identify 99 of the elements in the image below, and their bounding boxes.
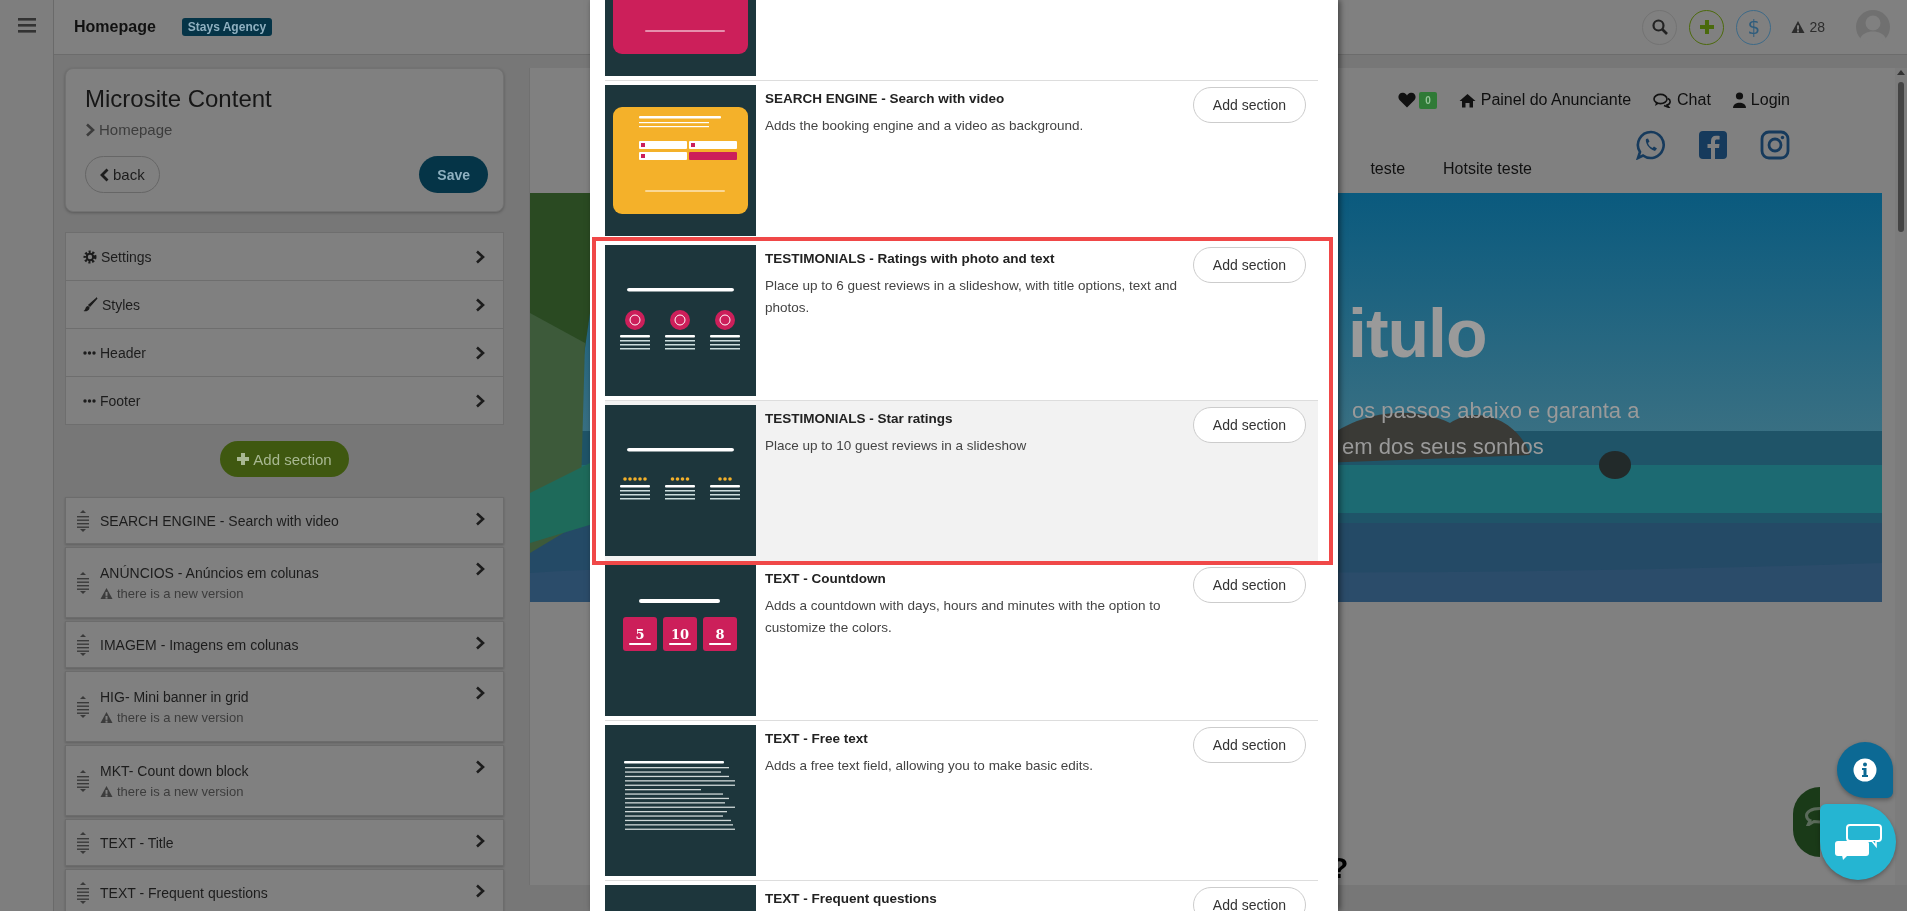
chat-icon <box>1653 92 1673 108</box>
menu-link[interactable]: teste <box>1370 159 1406 178</box>
section-item[interactable]: MKT- Count down block there is a new version <box>65 745 504 816</box>
chevron-icon <box>475 562 485 576</box>
drag-handle-icon <box>76 508 90 533</box>
chat-icon <box>1805 806 1820 826</box>
info-icon <box>1853 758 1877 782</box>
menu-item-label: Settings <box>101 248 152 265</box>
favorites-count: 0 <box>1419 91 1437 109</box>
section-title: HIG- Mini banner in grid <box>100 688 249 705</box>
menu-link[interactable]: Hotsite teste <box>1443 159 1532 178</box>
hero-subtitle: em dos seus sonhos <box>1342 433 1545 461</box>
drag-handle-icon <box>76 768 90 793</box>
gear-icon <box>83 249 97 264</box>
chevron-icon <box>85 122 95 137</box>
option-description: Adds the booking engine and a video as background. <box>765 117 1085 135</box>
page-title: Homepage <box>74 18 156 36</box>
section-item[interactable]: HIG- Mini banner in grid there is a new version <box>65 671 504 742</box>
chevron-left-icon <box>100 167 109 182</box>
add-section-button[interactable]: Add section <box>1192 567 1306 603</box>
search-button[interactable] <box>1642 9 1678 45</box>
section-title: IMAGEM - Imagens em colunas <box>100 636 299 653</box>
template-preview-drawing: 5 10 8 <box>605 565 756 716</box>
back-button[interactable]: back <box>85 156 160 193</box>
hero-title: itulo <box>1348 294 1488 373</box>
chevron-icon <box>475 760 485 774</box>
drag-handle-icon <box>76 632 90 657</box>
chevron-icon <box>475 345 485 360</box>
option-title: TEXT - Frequent questions <box>765 891 938 906</box>
add-section-button[interactable]: Add section <box>1192 247 1306 283</box>
section-item[interactable]: IMAGEM - Imagens em colunas <box>65 621 504 668</box>
chevron-icon <box>475 297 485 312</box>
menu-item-label: Styles <box>102 296 141 313</box>
option-title: TESTIMONIALS - Ratings with photo and text <box>765 251 1056 266</box>
instagram-icon[interactable] <box>1760 130 1790 160</box>
section-item[interactable]: TEXT - Title <box>65 819 504 866</box>
warning-icon <box>1791 20 1806 34</box>
plus-icon <box>237 453 250 465</box>
section-title: MKT- Count down block <box>100 762 249 779</box>
panel-title: Microsite Content <box>85 85 273 113</box>
drag-handle-icon <box>76 830 90 855</box>
breadcrumb-link[interactable]: Homepage <box>99 121 173 138</box>
facebook-icon[interactable] <box>1698 130 1728 160</box>
menu-item-label: Footer <box>100 392 141 409</box>
drag-handle-icon <box>76 880 90 905</box>
chevron-icon <box>475 512 485 526</box>
menu-icon[interactable] <box>17 17 36 33</box>
alert-count: 28 <box>1809 19 1825 35</box>
chat-icon <box>1834 824 1882 860</box>
option-description: Place up to 6 guest reviews in a slideshow, with title options, text and photos. <box>765 277 1178 317</box>
option-description: Adds a countdown with days, hours and minutes with the option to customize the colors. <box>765 597 1162 637</box>
add-section-button[interactable]: Add section <box>1192 727 1306 763</box>
version-notice: there is a new version <box>117 585 244 601</box>
chevron-icon <box>475 636 485 650</box>
drag-handle-icon <box>76 694 90 719</box>
add-section-button[interactable]: Add section <box>1192 407 1306 443</box>
add-section-button[interactable]: Add section <box>1192 887 1306 911</box>
chevron-icon <box>475 393 485 408</box>
option-title: TEXT - Countdown <box>765 571 887 586</box>
dots-icon <box>83 398 96 403</box>
option-description: Adds a free text field, allowing you to make basic edits. <box>765 757 1094 775</box>
drag-handle-icon <box>76 570 90 595</box>
section-item[interactable]: TEXT - Frequent questions <box>65 869 504 911</box>
option-title: SEARCH ENGINE - Search with video <box>765 91 1006 106</box>
search-icon <box>1651 19 1668 35</box>
agency-badge: Stays Agency <box>181 18 273 36</box>
dots-icon <box>83 350 96 355</box>
menu-item-label: Header <box>100 344 146 361</box>
whatsapp-icon[interactable] <box>1636 130 1666 160</box>
nav-link[interactable]: Painel do Anunciante <box>1458 91 1632 109</box>
user-icon <box>1732 92 1746 108</box>
section-title: SEARCH ENGINE - Search with video <box>100 512 339 529</box>
chevron-icon <box>475 884 485 898</box>
add-section-button[interactable]: Add section <box>220 441 349 477</box>
chevron-icon <box>475 249 485 264</box>
heart-icon[interactable] <box>1398 92 1417 108</box>
nav-link[interactable]: Login <box>1732 91 1790 109</box>
option-title: TEXT - Free text <box>765 731 869 746</box>
section-item[interactable]: SEARCH ENGINE - Search with video <box>65 497 504 544</box>
save-button[interactable]: Save <box>419 156 488 193</box>
scrollbar[interactable] <box>1895 68 1907 885</box>
nav-link[interactable]: Chat <box>1653 91 1711 109</box>
version-notice: there is a new version <box>117 709 244 725</box>
option-title: TESTIMONIALS - Star ratings <box>765 411 954 426</box>
plus-icon <box>1699 20 1714 34</box>
section-title: TEXT - Title <box>100 834 174 851</box>
warning-icon <box>100 710 113 724</box>
option-description: Place up to 10 guest reviews in a slideshow <box>765 437 1028 455</box>
section-title: TEXT - Frequent questions <box>100 884 268 901</box>
brush-icon <box>83 297 98 312</box>
home-icon <box>1458 92 1476 108</box>
section-item[interactable]: ANÚNCIOS - Anúncios em colunas there is a new version <box>65 547 504 618</box>
chevron-icon <box>475 686 485 700</box>
chevron-icon <box>475 834 485 848</box>
add-section-button[interactable]: Add section <box>1192 87 1306 123</box>
warning-icon <box>100 784 113 798</box>
version-notice: there is a new version <box>117 783 244 799</box>
section-title: ANÚNCIOS - Anúncios em colunas <box>100 564 319 581</box>
warning-icon <box>100 586 113 600</box>
